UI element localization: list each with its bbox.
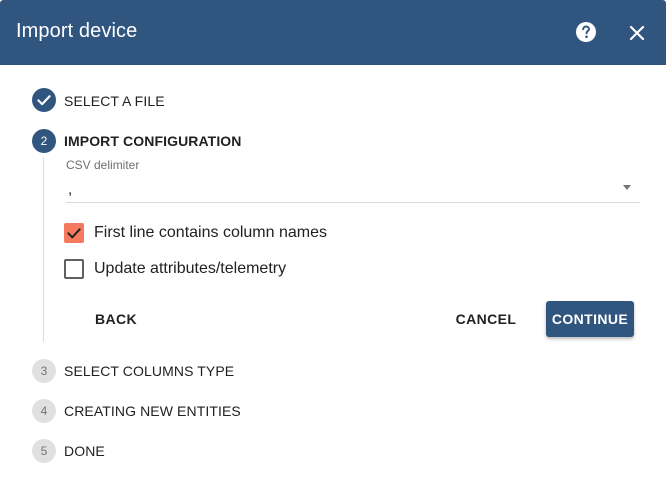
step-2-number: 2 (32, 129, 56, 153)
dialog-title: Import device (16, 20, 138, 42)
step-connector-line (43, 157, 44, 342)
step-3-label: Select columns type (64, 363, 235, 379)
dropdown-arrow-icon[interactable] (623, 185, 631, 190)
step-1-label[interactable]: Select a file (64, 93, 165, 109)
dialog-toolbar: Import device (0, 0, 666, 65)
help-icon[interactable] (574, 20, 598, 44)
first-line-label[interactable]: First line contains column names (94, 224, 327, 242)
continue-button[interactable]: Continue (546, 301, 634, 337)
step-3-number: 3 (32, 359, 56, 383)
first-line-checkbox[interactable] (64, 223, 84, 243)
csv-delimiter-label: CSV delimiter (66, 158, 140, 172)
step-5-number: 5 (32, 439, 56, 463)
import-device-dialog: Import device Select a file 2 Import con… (0, 0, 666, 487)
step-5-label: Done (64, 443, 105, 459)
select-underline (66, 202, 640, 203)
step-4-label: Creating new entities (64, 403, 241, 419)
step-1-check-icon (32, 88, 56, 112)
update-attributes-checkbox[interactable] (64, 259, 84, 279)
cancel-button[interactable]: Cancel (448, 301, 524, 337)
csv-delimiter-select[interactable]: , (68, 181, 72, 198)
close-icon[interactable] (625, 21, 649, 45)
update-attributes-label[interactable]: Update attributes/telemetry (94, 260, 286, 278)
back-button[interactable]: Back (82, 301, 150, 337)
step-4-number: 4 (32, 399, 56, 423)
step-2-label[interactable]: Import configuration (64, 133, 242, 149)
